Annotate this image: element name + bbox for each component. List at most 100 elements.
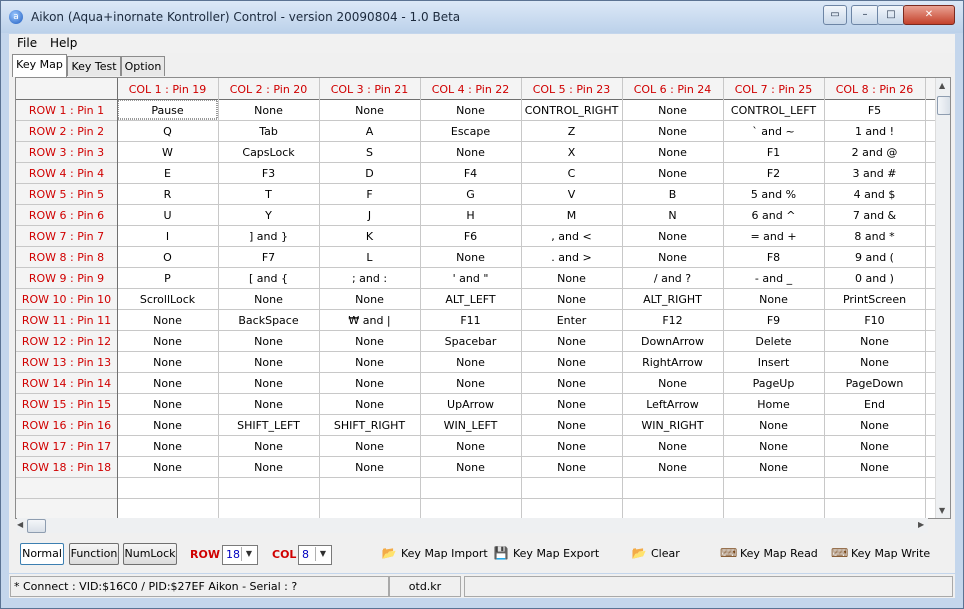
key-cell[interactable]: 0 and ) <box>855 272 894 285</box>
key-map-write-button[interactable]: ⌨ Key Map Write <box>831 546 930 564</box>
key-cell[interactable]: F8 <box>767 251 780 264</box>
key-cell[interactable]: None <box>759 461 788 474</box>
column-header[interactable]: COL 8 : Pin 26 <box>836 83 914 96</box>
row-header[interactable]: ROW 5 : Pin 5 <box>29 188 104 201</box>
numlock-mode-button[interactable]: NumLock <box>123 543 177 565</box>
key-cell[interactable]: None <box>153 377 182 390</box>
key-cell[interactable]: None <box>759 440 788 453</box>
key-cell[interactable]: None <box>153 356 182 369</box>
key-map-import-button[interactable]: 📂 Key Map Import <box>381 546 488 564</box>
key-cell[interactable]: U <box>163 209 171 222</box>
key-cell[interactable]: None <box>658 251 687 264</box>
key-cell[interactable]: F10 <box>864 314 884 327</box>
scroll-right-icon[interactable]: ▶ <box>918 520 924 529</box>
key-cell[interactable]: None <box>860 461 889 474</box>
key-cell[interactable]: A <box>366 125 374 138</box>
horizontal-scrollbar[interactable]: ◀ ▶ <box>17 518 928 533</box>
key-cell[interactable]: None <box>355 377 384 390</box>
key-map-read-button[interactable]: ⌨ Key Map Read <box>720 546 818 564</box>
scroll-down-icon[interactable]: ▼ <box>939 506 945 515</box>
key-cell[interactable]: None <box>254 377 283 390</box>
column-header[interactable]: COL 4 : Pin 22 <box>432 83 510 96</box>
key-cell[interactable]: None <box>355 293 384 306</box>
key-cell[interactable]: Pause <box>151 104 184 117</box>
key-cell[interactable]: None <box>456 440 485 453</box>
key-cell[interactable]: None <box>759 419 788 432</box>
key-cell[interactable]: ` and ~ <box>752 125 794 138</box>
row-header[interactable]: ROW 16 : Pin 16 <box>22 419 111 432</box>
key-cell[interactable]: 8 and * <box>854 230 895 243</box>
key-cell[interactable]: F <box>366 188 372 201</box>
key-cell[interactable]: None <box>658 167 687 180</box>
key-cell[interactable]: F4 <box>464 167 477 180</box>
col-count-select[interactable]: 8 ▼ <box>298 545 332 565</box>
close-button[interactable]: ✕ <box>903 5 955 25</box>
row-header[interactable]: ROW 7 : Pin 7 <box>29 230 104 243</box>
key-cell[interactable]: N <box>668 209 676 222</box>
key-cell[interactable]: SHIFT_LEFT <box>237 419 300 432</box>
key-cell[interactable]: None <box>254 356 283 369</box>
key-cell[interactable]: 4 and $ <box>854 188 896 201</box>
minimize-button[interactable]: – <box>851 5 879 25</box>
key-cell[interactable]: None <box>456 251 485 264</box>
key-cell[interactable]: UpArrow <box>447 398 494 411</box>
key-cell[interactable]: None <box>355 104 384 117</box>
column-header[interactable]: COL 5 : Pin 23 <box>533 83 611 96</box>
key-cell[interactable]: RightArrow <box>642 356 703 369</box>
key-cell[interactable]: - and _ <box>755 272 793 285</box>
key-cell[interactable]: WIN_LEFT <box>444 419 498 432</box>
row-header[interactable]: ROW 11 : Pin 11 <box>22 314 111 327</box>
key-cell[interactable]: C <box>568 167 576 180</box>
row-header[interactable]: ROW 13 : Pin 13 <box>22 356 111 369</box>
key-cell[interactable]: P <box>164 272 171 285</box>
key-cell[interactable]: ScrollLock <box>140 293 196 306</box>
key-cell[interactable]: None <box>860 419 889 432</box>
key-cell[interactable]: None <box>557 293 586 306</box>
key-cell[interactable]: None <box>456 104 485 117</box>
key-cell[interactable]: M <box>567 209 577 222</box>
key-cell[interactable]: None <box>254 461 283 474</box>
key-cell[interactable]: ] and } <box>249 230 288 243</box>
key-cell[interactable]: 6 and ^ <box>752 209 796 222</box>
row-header[interactable]: ROW 8 : Pin 8 <box>29 251 104 264</box>
tab-option[interactable]: Option <box>121 56 165 76</box>
key-cell[interactable]: WIN_RIGHT <box>641 419 704 432</box>
key-cell[interactable]: None <box>254 398 283 411</box>
key-cell[interactable]: BackSpace <box>238 314 298 327</box>
key-cell[interactable]: F5 <box>868 104 881 117</box>
key-cell[interactable]: G <box>466 188 475 201</box>
key-cell[interactable]: 3 and # <box>853 167 897 180</box>
restore-size-icon[interactable]: ▭ <box>823 5 847 25</box>
key-cell[interactable]: None <box>557 461 586 474</box>
key-map-export-button[interactable]: 💾 Key Map Export <box>493 546 600 564</box>
key-cell[interactable]: ALT_LEFT <box>445 293 496 306</box>
key-cell[interactable]: PrintScreen <box>843 293 906 306</box>
key-cell[interactable]: K <box>366 230 374 243</box>
key-cell[interactable]: F1 <box>767 146 780 159</box>
key-cell[interactable]: J <box>367 209 371 222</box>
key-cell[interactable]: DownArrow <box>641 335 704 348</box>
key-cell[interactable]: 9 and ( <box>855 251 894 264</box>
key-cell[interactable]: End <box>864 398 885 411</box>
key-cell[interactable]: CONTROL_RIGHT <box>525 104 619 117</box>
row-header[interactable]: ROW 4 : Pin 4 <box>29 167 104 180</box>
key-cell[interactable]: X <box>568 146 576 159</box>
function-mode-button[interactable]: Function <box>69 543 119 565</box>
key-cell[interactable]: None <box>658 377 687 390</box>
row-header[interactable]: ROW 12 : Pin 12 <box>22 335 111 348</box>
key-cell[interactable]: Home <box>757 398 790 411</box>
key-cell[interactable]: , and < <box>551 230 591 243</box>
key-cell[interactable]: Escape <box>451 125 490 138</box>
column-header[interactable]: COL 3 : Pin 21 <box>331 83 409 96</box>
scroll-left-icon[interactable]: ◀ <box>17 520 23 529</box>
key-cell[interactable]: None <box>860 440 889 453</box>
key-cell[interactable]: F7 <box>262 251 275 264</box>
row-header[interactable]: ROW 18 : Pin 18 <box>22 461 111 474</box>
key-cell[interactable]: 7 and & <box>853 209 897 222</box>
key-cell[interactable]: None <box>355 398 384 411</box>
key-cell[interactable]: None <box>254 440 283 453</box>
chevron-down-icon[interactable]: ▼ <box>315 547 330 561</box>
key-cell[interactable]: Z <box>568 125 576 138</box>
key-cell[interactable]: None <box>557 377 586 390</box>
key-cell[interactable]: B <box>669 188 677 201</box>
